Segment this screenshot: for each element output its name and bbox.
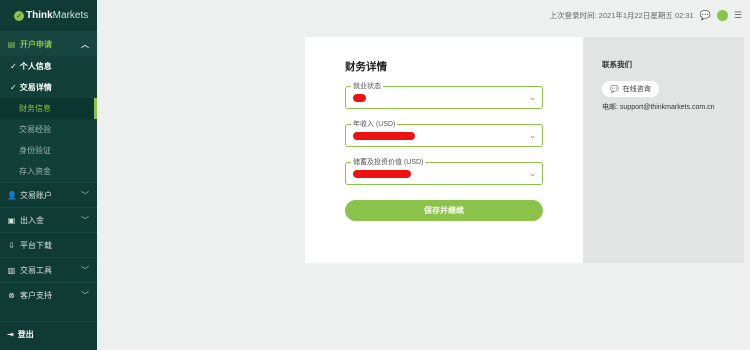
sidebar-subitem-label: 财务信息	[19, 104, 51, 113]
wallet-icon: ▣	[7, 215, 16, 225]
last-login-text: 上次登录时间: 2021年1月22日星期五 02:31	[549, 11, 694, 20]
online-chat-button[interactable]: 💬 在线咨询	[602, 81, 659, 97]
sidebar-subitem-label: 个人信息	[19, 62, 52, 71]
redacted-value	[353, 132, 415, 140]
field-label: 就业状态	[351, 81, 383, 91]
sidebar-item-account-application[interactable]: ▤ 开户申请 ︿	[0, 31, 97, 56]
sidebar-item-label: 交易账户	[20, 190, 52, 200]
email-address[interactable]: support@thinkmarkets.com.cn	[620, 104, 715, 111]
save-continue-button[interactable]: 保存并继续	[345, 200, 543, 221]
sidebar-item-label: 平台下载	[20, 240, 52, 250]
toolbox-icon: ▥	[7, 265, 16, 275]
chat-bubble-icon: 💬	[610, 86, 619, 93]
download-icon: ⇩	[8, 240, 15, 250]
sidebar-item-platform-download[interactable]: ⇩ 平台下载	[0, 232, 97, 257]
topbar: 上次登录时间: 2021年1月22日星期五 02:31 💬 ☰	[97, 0, 750, 31]
sidebar-subnav: ✓ 个人信息 ✓ 交易详情 财务信息 交易经验 身份验证 存入资金	[0, 56, 97, 182]
sidebar-subitem-label: 存入资金	[19, 167, 51, 176]
sidebar-item-label: 客户支持	[20, 290, 52, 300]
support-icon: ⊗	[8, 290, 15, 300]
sidebar-subitem-deposit-funds[interactable]: 存入资金	[0, 161, 97, 182]
email-label: 电邮:	[602, 104, 618, 111]
logo-mark-icon: ✓	[14, 10, 24, 21]
contact-email: 电邮: support@thinkmarkets.com.cn	[602, 102, 725, 112]
sidebar-item-deposit-withdraw[interactable]: ▣ 出入金 ﹀	[0, 207, 97, 232]
chevron-down-icon: ⌄	[529, 169, 536, 178]
sidebar-subitem-financial-info[interactable]: 财务信息	[0, 98, 97, 119]
logo-markets: Markets	[52, 10, 89, 21]
sidebar: ✓ Think Markets ▤ 开户申请 ︿ ✓ 个人信息 ✓ 交易详情 财务…	[0, 0, 97, 350]
logout-label: 登出	[17, 330, 34, 339]
online-chat-label: 在线咨询	[622, 86, 651, 93]
sidebar-subitem-label: 交易经验	[19, 125, 51, 134]
field-label: 储蓄及投资价值 (USD)	[351, 157, 426, 167]
chevron-down-icon: ﹀	[81, 190, 89, 200]
annual-income-select[interactable]: 年收入 (USD) ⌄	[345, 119, 543, 147]
chevron-down-icon: ⌄	[529, 93, 536, 102]
sidebar-subitem-label: 身份验证	[19, 146, 51, 155]
logo-think: Think	[26, 10, 53, 21]
thinkmarkets-logo[interactable]: ✓ Think Markets	[0, 0, 97, 31]
sidebar-subitem-trading-experience[interactable]: 交易经验	[0, 119, 97, 140]
user-icon: 👤	[7, 190, 17, 200]
sidebar-item-label: 开户申请	[20, 39, 52, 49]
chevron-down-icon: ⌄	[529, 131, 536, 140]
sidebar-item-trading-tools[interactable]: ▥ 交易工具 ﹀	[0, 257, 97, 282]
sidebar-subitem-identity-verification[interactable]: 身份验证	[0, 140, 97, 161]
chevron-down-icon: ﹀	[81, 290, 89, 300]
logout-icon: ⇥	[7, 330, 14, 339]
chevron-down-icon: ﹀	[81, 265, 89, 275]
sidebar-item-trading-accounts[interactable]: 👤 交易账户 ﹀	[0, 182, 97, 207]
contact-panel: 联系我们 💬 在线咨询 电邮: support@thinkmarkets.com…	[583, 37, 744, 263]
sidebar-subitem-personal-info[interactable]: ✓ 个人信息	[0, 56, 97, 77]
sidebar-item-label: 出入金	[20, 215, 44, 225]
check-icon: ✓	[10, 62, 17, 71]
redacted-value	[353, 170, 411, 178]
avatar[interactable]	[716, 10, 728, 21]
employment-status-select[interactable]: 就业状态 ⌄	[345, 81, 543, 109]
page-title: 财务详情	[345, 61, 387, 73]
chevron-up-icon: ︿	[81, 39, 89, 49]
sidebar-subitem-label: 交易详情	[19, 83, 52, 92]
savings-investment-select[interactable]: 储蓄及投资价值 (USD) ⌄	[345, 157, 543, 185]
sidebar-item-customer-support[interactable]: ⊗ 客户支持 ﹀	[0, 282, 97, 307]
chat-icon[interactable]: 💬	[700, 10, 711, 21]
menu-icon[interactable]: ☰	[734, 10, 742, 21]
chevron-down-icon: ﹀	[81, 215, 89, 225]
financial-details-card: 财务详情 就业状态 ⌄ 年收入 (USD) ⌄ 储蓄及投资价值 (USD) ⌄ …	[305, 37, 583, 263]
logout-button[interactable]: ⇥ 登出	[0, 321, 97, 347]
field-label: 年收入 (USD)	[351, 119, 398, 129]
redacted-value	[353, 94, 366, 102]
check-icon: ✓	[10, 83, 17, 92]
document-icon: ▤	[7, 39, 16, 49]
contact-title: 联系我们	[602, 60, 632, 69]
sidebar-item-label: 交易工具	[20, 265, 52, 275]
sidebar-subitem-trading-details[interactable]: ✓ 交易详情	[0, 77, 97, 98]
